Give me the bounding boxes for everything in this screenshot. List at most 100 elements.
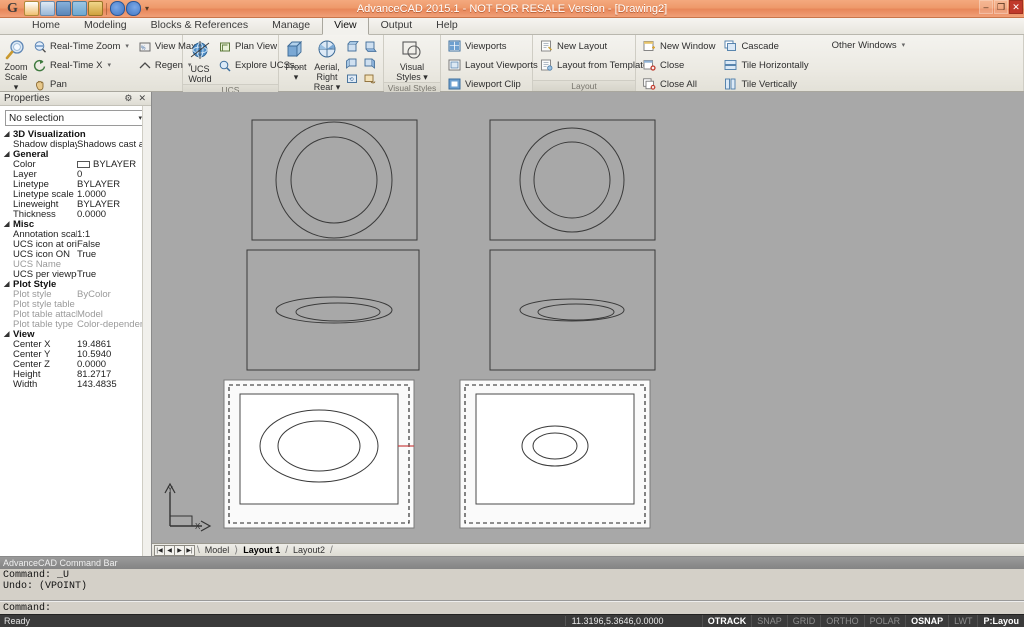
ucs-world-button[interactable]: UCS World — [187, 37, 213, 84]
view-top-icon[interactable] — [345, 40, 359, 54]
view-bottom-icon[interactable] — [363, 40, 377, 54]
property-row-plot-table-attached: Plot table attach Model — [0, 309, 151, 320]
properties-pin-icon[interactable]: ⚙ — [121, 93, 135, 104]
property-row-ucs-icon-at-origin[interactable]: UCS icon at origi False — [0, 239, 151, 250]
selection-dropdown[interactable]: No selection ▾ — [5, 110, 146, 126]
chevron-down-icon[interactable]: ▾ — [107, 60, 111, 72]
property-value[interactable]: 0.0000 — [77, 209, 151, 220]
twisty-icon[interactable]: ◢ — [4, 280, 13, 288]
property-value[interactable]: True — [77, 249, 151, 260]
toggle-ortho[interactable]: ORTHO — [820, 614, 863, 627]
tab-manage[interactable]: Manage — [260, 16, 322, 34]
tab-modeling[interactable]: Modeling — [72, 16, 139, 34]
view-named-icon[interactable] — [363, 72, 377, 86]
property-category-view[interactable]: ◢ View — [0, 329, 151, 340]
toggle-plot-layout[interactable]: P:Layou — [977, 614, 1024, 627]
cascade-label: Cascade — [741, 41, 779, 52]
property-row-center-y[interactable]: Center Y 10.5940 — [0, 349, 151, 360]
realtime-zoom-icon — [33, 40, 47, 54]
close-window-button[interactable]: Close — [640, 57, 719, 75]
property-row-layer[interactable]: Layer 0 — [0, 169, 151, 180]
color-swatch[interactable] — [77, 160, 90, 168]
tile-horizontally-button[interactable]: Tile Horizontally — [721, 57, 812, 75]
tile-vertical-icon — [724, 78, 738, 92]
property-row-color[interactable]: Color BYLAYER — [0, 159, 151, 170]
qat-dropdown-icon[interactable]: ▾ — [142, 4, 152, 13]
twisty-icon[interactable]: ◢ — [4, 220, 13, 228]
last-tab-icon[interactable]: ▶| — [184, 544, 195, 556]
zoom-scale-button[interactable]: Zoom Scale ▾ — [4, 37, 28, 92]
realtime-zoom-button[interactable]: Real-Time Zoom ▾ — [30, 38, 133, 56]
property-row-annotation-scale[interactable]: Annotation scale 1:1 — [0, 229, 151, 240]
property-row-lineweight[interactable]: Lineweight BYLAYER — [0, 199, 151, 210]
plot-icon[interactable] — [88, 1, 103, 16]
tab-help[interactable]: Help — [424, 16, 470, 34]
close-button[interactable]: ✕ — [1009, 0, 1023, 14]
property-row-center-x[interactable]: Center X 19.4861 — [0, 339, 151, 350]
visual-styles-button[interactable]: Visual Styles ▾ — [388, 37, 436, 82]
property-row-height[interactable]: Height 81.2717 — [0, 369, 151, 380]
aerial-right-rear-button[interactable]: Aerial, Right Rear ▾ — [309, 37, 345, 92]
chevron-down-icon[interactable]: ▾ — [125, 41, 129, 53]
view-right-icon[interactable] — [363, 56, 377, 70]
tab-output[interactable]: Output — [369, 16, 425, 34]
property-row-width[interactable]: Width 143.4835 — [0, 379, 151, 390]
toggle-lwt[interactable]: LWT — [948, 614, 977, 627]
redo-icon[interactable] — [126, 1, 141, 16]
layout-tab-layout-1[interactable]: Layout 1 — [238, 545, 285, 555]
tab-blocks-references[interactable]: Blocks & References — [139, 16, 260, 34]
property-value[interactable]: 143.4835 — [77, 379, 151, 390]
application-menu-button[interactable]: G — [2, 0, 23, 17]
chevron-down-icon[interactable]: ▾ — [902, 40, 906, 52]
drawing-canvas[interactable]: Y X Przed zmiana skali rzutni Po zmianie… — [152, 92, 1024, 543]
new-layout-button[interactable]: New Layout — [537, 38, 652, 56]
tab-home[interactable]: Home — [20, 16, 72, 34]
layout-viewports-button[interactable]: Layout Viewports — [445, 57, 542, 75]
property-value[interactable]: Shadows cast and received — [77, 139, 151, 150]
property-row-ucs-per-viewport[interactable]: UCS per viewpor True — [0, 269, 151, 280]
properties-close-icon[interactable]: ✕ — [135, 93, 149, 104]
cascade-button[interactable]: Cascade — [721, 38, 812, 56]
twisty-icon[interactable]: ◢ — [4, 150, 13, 158]
save-icon[interactable] — [56, 1, 71, 16]
toggle-grid[interactable]: GRID — [786, 614, 821, 627]
minimize-button[interactable]: – — [979, 0, 993, 14]
property-row-ucs-icon-on[interactable]: UCS icon ON True — [0, 249, 151, 260]
save-as-icon[interactable] — [72, 1, 87, 16]
open-icon[interactable] — [40, 1, 55, 16]
toggle-otrack[interactable]: OTRACK — [701, 614, 752, 627]
toggle-snap[interactable]: SNAP — [751, 614, 787, 627]
layout-from-template-button[interactable]: Layout from Template — [537, 57, 652, 75]
view-back-icon[interactable]: ⟲ — [345, 72, 359, 86]
property-row-linetype[interactable]: Linetype BYLAYER — [0, 179, 151, 190]
properties-palette: Properties ⚙ ✕ No selection ▾ ◢ 3D Visua… — [0, 92, 152, 556]
properties-scrollbar[interactable] — [142, 106, 151, 556]
realtime-x-button[interactable]: Real-Time X ▾ — [30, 57, 133, 75]
property-category-general[interactable]: ◢ General — [0, 149, 151, 160]
other-windows-button[interactable]: Other Windows ▾ — [829, 38, 909, 54]
twisty-icon[interactable]: ◢ — [4, 330, 13, 338]
toggle-polar[interactable]: POLAR — [863, 614, 906, 627]
property-value[interactable]: True — [77, 269, 151, 280]
toggle-osnap[interactable]: OSNAP — [905, 614, 948, 627]
property-row-linetype-scale[interactable]: Linetype scale 1.0000 — [0, 189, 151, 200]
layout-tab-model[interactable]: Model — [200, 545, 235, 555]
tab-view[interactable]: View — [322, 16, 369, 35]
property-category-plot-style[interactable]: ◢ Plot Style — [0, 279, 151, 290]
viewports-button[interactable]: Viewports — [445, 38, 542, 56]
layout-tab-layout-2[interactable]: Layout2 — [288, 545, 330, 555]
command-input[interactable]: Command: — [0, 601, 1024, 614]
new-icon[interactable] — [24, 1, 39, 16]
property-category-3d-visualization[interactable]: ◢ 3D Visualization — [0, 129, 151, 140]
front-view-button[interactable]: Front ▾ — [283, 37, 309, 82]
property-row-thickness[interactable]: Thickness 0.0000 — [0, 209, 151, 220]
property-row-shadow-display[interactable]: Shadow display Shadows cast and received — [0, 139, 151, 150]
visual-styles-icon — [399, 39, 425, 61]
property-row-center-z[interactable]: Center Z 0.0000 — [0, 359, 151, 370]
twisty-icon[interactable]: ◢ — [4, 130, 13, 138]
property-category-misc[interactable]: ◢ Misc — [0, 219, 151, 230]
view-left-icon[interactable] — [345, 56, 359, 70]
maximize-button[interactable]: ❐ — [994, 0, 1008, 14]
new-window-button[interactable]: New Window — [640, 38, 719, 56]
undo-icon[interactable] — [110, 1, 125, 16]
